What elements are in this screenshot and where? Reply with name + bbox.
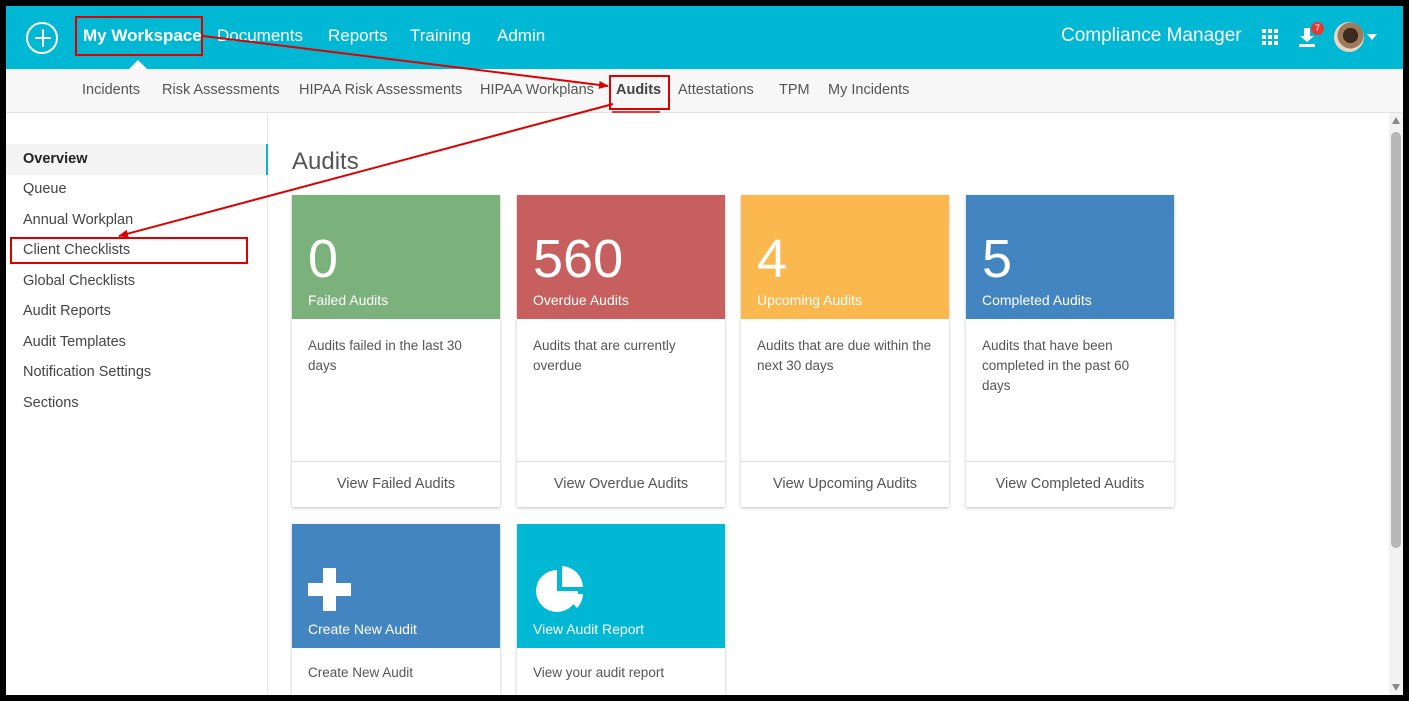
annotation-arrows (118, 35, 614, 238)
app-window: My Workspace Documents Reports Training … (6, 6, 1403, 695)
arrow-to-client-checklists (118, 103, 614, 238)
arrow-to-audits (202, 35, 609, 89)
